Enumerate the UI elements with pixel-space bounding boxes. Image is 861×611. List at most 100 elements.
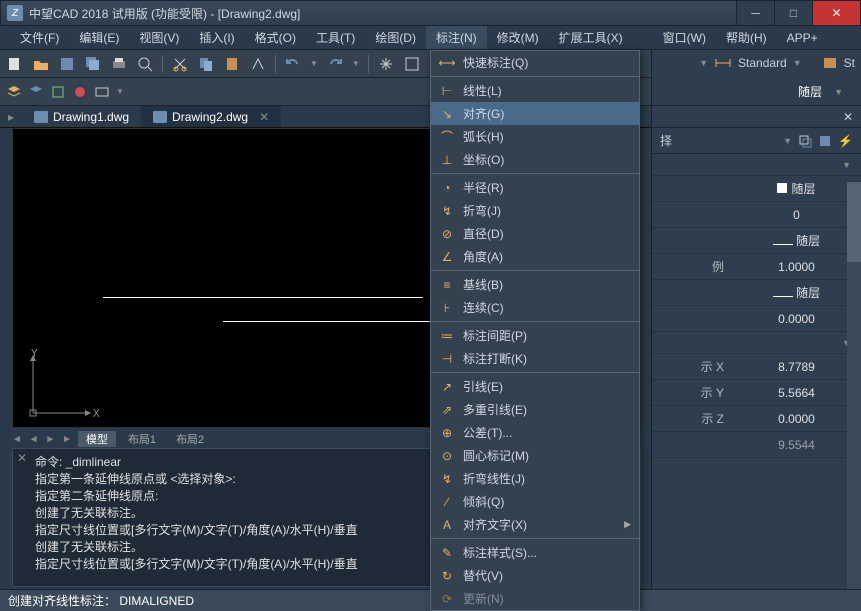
copy-icon[interactable] — [197, 55, 215, 73]
pan-icon[interactable] — [377, 55, 395, 73]
pick-icon[interactable] — [798, 134, 812, 148]
chevron-down-icon[interactable]: ▼ — [793, 58, 802, 68]
tab-model[interactable]: 模型 — [78, 431, 116, 447]
undo-dropdown-icon[interactable]: ▼ — [310, 59, 318, 68]
menu-item-leader[interactable]: ↗引线(E) — [431, 375, 639, 398]
doc-tab-2[interactable]: Drawing2.dwg ✕ — [141, 106, 281, 127]
redo-icon[interactable] — [326, 55, 344, 73]
menu-item-aligned[interactable]: ↘对齐(G) — [431, 102, 639, 125]
doc-home-icon[interactable]: ▸ — [0, 110, 22, 124]
prop-row-z[interactable]: 示 Z0.0000 — [652, 406, 861, 432]
separator — [368, 55, 369, 73]
menu-edit[interactable]: 编辑(E) — [69, 26, 129, 49]
menu-item-linear[interactable]: ⊢线性(L) — [431, 79, 639, 102]
menu-item-override[interactable]: ↻替代(V) — [431, 564, 639, 587]
layer-prev-icon[interactable] — [50, 84, 66, 100]
selection-label: 择 — [660, 132, 672, 149]
menu-item-tolerance[interactable]: ⊕公差(T)... — [431, 421, 639, 444]
menu-app[interactable]: APP+ — [777, 26, 828, 49]
prop-row-layer[interactable]: 0 — [652, 202, 861, 228]
redo-dropdown-icon[interactable]: ▼ — [352, 59, 360, 68]
collapse-icon[interactable]: ▼ — [842, 160, 851, 170]
menu-item-dimspace[interactable]: ≔标注间距(P) — [431, 324, 639, 347]
menu-item-continue[interactable]: ⊦连续(C) — [431, 296, 639, 319]
match-icon[interactable] — [249, 55, 267, 73]
dimstyle-name[interactable]: Standard — [738, 56, 787, 70]
prop-row-ltscale[interactable]: 例1.0000 — [652, 254, 861, 280]
menu-file[interactable]: 文件(F) — [10, 26, 69, 49]
menu-item-mleader[interactable]: ⇗多重引线(E) — [431, 398, 639, 421]
tab-layout2[interactable]: 布局2 — [168, 431, 212, 447]
zoom-ext-icon[interactable] — [403, 55, 421, 73]
new-icon[interactable] — [6, 55, 24, 73]
tab-layout1[interactable]: 布局1 — [120, 431, 164, 447]
drawn-line — [223, 321, 433, 322]
menu-format[interactable]: 格式(O) — [245, 26, 306, 49]
panel-close[interactable]: ✕ — [652, 106, 861, 128]
quick-select-icon[interactable] — [818, 134, 832, 148]
close-tab-icon[interactable]: ✕ — [259, 110, 269, 124]
rect-icon[interactable] — [94, 84, 110, 100]
layer-dropdown[interactable]: 随层 ▼ — [652, 78, 861, 106]
menu-item-dimbreak[interactable]: ⊣标注打断(K) — [431, 347, 639, 370]
panel-scrollbar[interactable] — [847, 182, 861, 589]
menu-item-dimstyle[interactable]: ✎标注样式(S)... — [431, 541, 639, 564]
prop-row-linetype[interactable]: 随层 — [652, 228, 861, 254]
menu-item-oblique[interactable]: ∕倾斜(Q) — [431, 490, 639, 513]
layer-state-icon[interactable] — [28, 84, 44, 100]
save-icon[interactable] — [58, 55, 76, 73]
menu-draw[interactable]: 绘图(D) — [365, 26, 426, 49]
menu-item-radius[interactable]: ◔半径(R) — [431, 176, 639, 199]
saveall-icon[interactable] — [84, 55, 102, 73]
cmd-close-icon[interactable]: ✕ — [17, 451, 27, 465]
prop-row-x[interactable]: 示 X8.7789 — [652, 354, 861, 380]
chevron-down-icon[interactable]: ▼ — [699, 58, 708, 68]
menu-item-jogged[interactable]: ↯折弯(J) — [431, 199, 639, 222]
menu-view[interactable]: 视图(V) — [129, 26, 189, 49]
scrollbar-thumb[interactable] — [847, 182, 861, 262]
print-icon[interactable] — [110, 55, 128, 73]
menu-window[interactable]: 窗口(W) — [653, 26, 716, 49]
prop-row-extra[interactable]: 9.5544 — [652, 432, 861, 458]
menu-item-centermark[interactable]: ⊙圆心标记(M) — [431, 444, 639, 467]
minimize-button[interactable]: ─ — [736, 1, 774, 25]
textstyle-icon[interactable] — [822, 56, 838, 70]
dim-radius-icon: ◔ — [439, 180, 455, 196]
menu-item-arclength[interactable]: ⌒弧长(H) — [431, 125, 639, 148]
menu-item-quickdim[interactable]: ⟷快速标注(Q) — [431, 51, 639, 74]
cut-icon[interactable] — [171, 55, 189, 73]
preview-icon[interactable] — [136, 55, 154, 73]
open-icon[interactable] — [32, 55, 50, 73]
menu-item-update[interactable]: ⟳更新(N) — [431, 587, 639, 610]
doc-tab-1[interactable]: Drawing1.dwg — [22, 106, 141, 127]
menu-tools[interactable]: 工具(T) — [306, 26, 365, 49]
maximize-button[interactable]: □ — [774, 1, 812, 25]
layout-nav-arrows[interactable]: ◄ ◄ ► ► — [12, 434, 74, 445]
menu-item-joggedlinear[interactable]: ↯折弯线性(J) — [431, 467, 639, 490]
menu-item-diameter[interactable]: ⊘直径(D) — [431, 222, 639, 245]
paste-icon[interactable] — [223, 55, 241, 73]
layer-lock-icon[interactable] — [72, 84, 88, 100]
menu-ext[interactable]: 扩展工具(X) — [549, 26, 633, 49]
menu-insert[interactable]: 插入(I) — [189, 26, 244, 49]
layer-chevron-icon[interactable]: ▼ — [116, 87, 124, 96]
lightning-icon[interactable]: ⚡ — [838, 134, 853, 148]
prop-row-thickness[interactable]: 0.0000 — [652, 306, 861, 332]
menu-item-baseline[interactable]: ≡基线(B) — [431, 273, 639, 296]
menu-item-angular[interactable]: ∠角度(A) — [431, 245, 639, 268]
centermark-icon: ⊙ — [439, 448, 455, 464]
prop-row-color[interactable]: 随层 — [652, 176, 861, 202]
prop-row-y[interactable]: 示 Y5.5664 — [652, 380, 861, 406]
dim-linear-icon: ⊢ — [439, 83, 455, 99]
dim-break-icon: ⊣ — [439, 351, 455, 367]
undo-icon[interactable] — [284, 55, 302, 73]
menu-help[interactable]: 帮助(H) — [716, 26, 777, 49]
close-button[interactable]: ✕ — [812, 1, 860, 25]
chevron-down-icon[interactable]: ▼ — [783, 136, 792, 146]
layer-manager-icon[interactable] — [6, 84, 22, 100]
menu-dimension[interactable]: 标注(N) — [426, 26, 487, 49]
menu-modify[interactable]: 修改(M) — [487, 26, 549, 49]
prop-row-lineweight[interactable]: 随层 — [652, 280, 861, 306]
menu-item-ordinate[interactable]: ⊥坐标(O) — [431, 148, 639, 171]
menu-item-aligntext[interactable]: A对齐文字(X)▶ — [431, 513, 639, 536]
